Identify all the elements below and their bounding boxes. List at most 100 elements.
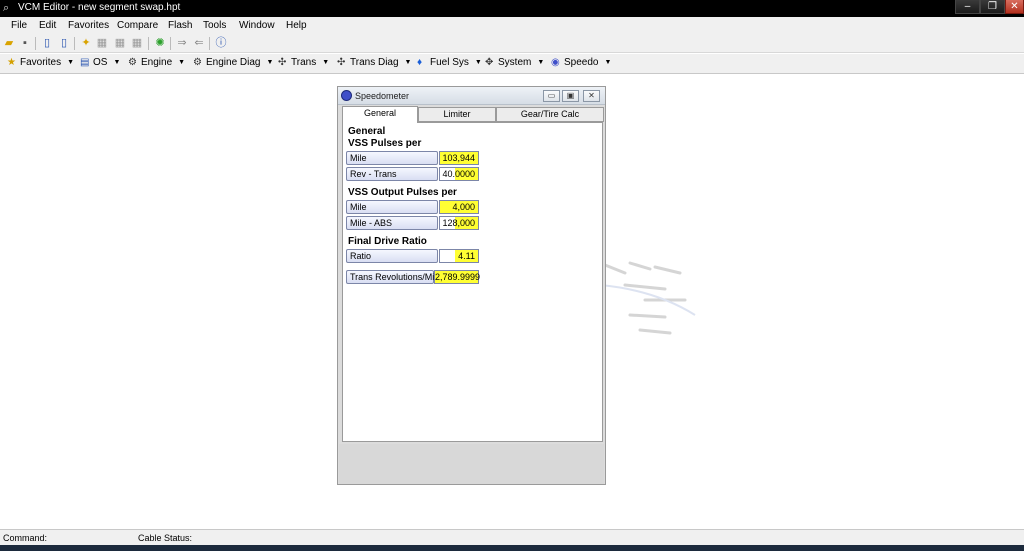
engine-diag-icon: ⚙ <box>193 57 202 68</box>
maximize-button[interactable]: ❐ <box>980 0 1005 14</box>
module-label: Trans <box>291 57 317 68</box>
taskbar <box>0 545 1024 551</box>
speedometer-title: Speedometer <box>355 91 410 101</box>
output-mile-abs-label: Mile - ABS <box>346 216 438 230</box>
chevron-down-icon[interactable]: ▼ <box>405 59 412 66</box>
ratio-label: Ratio <box>346 249 438 263</box>
save-icon[interactable]: ▪ <box>19 37 31 49</box>
open-icon[interactable]: ▰ <box>3 37 15 49</box>
document-icon[interactable]: ▯ <box>41 37 53 49</box>
menu-favorites[interactable]: Favorites <box>68 20 109 31</box>
module-label: Favorites <box>20 57 62 68</box>
pulses-rev-trans-field[interactable]: 40.0000 <box>439 167 479 181</box>
command-status: Command: <box>3 533 48 543</box>
info-icon[interactable]: ⓘ <box>215 37 227 49</box>
chevron-down-icon[interactable]: ▼ <box>475 59 482 66</box>
child-maximize-button[interactable]: ▣ <box>562 90 579 102</box>
child-minimize-button[interactable]: ▭ <box>543 90 560 102</box>
menu-bar: File Edit Favorites Compare Flash Tools … <box>0 17 1024 34</box>
module-trans[interactable]: ✣ Trans ▼ <box>278 57 329 71</box>
chevron-down-icon[interactable]: ▼ <box>178 59 185 66</box>
speedo-icon: ◉ <box>551 57 560 68</box>
cable-status: Cable Status: <box>138 533 193 543</box>
speedometer-title-bar[interactable]: Speedometer ▭ ▣ ✕ <box>338 87 605 105</box>
module-engine-diag[interactable]: ⚙ Engine Diag ▼ <box>193 57 273 71</box>
table-icon[interactable]: ▦ <box>96 37 108 49</box>
speedometer-tabs: General Limiter Gear/Tire Calc <box>342 106 604 123</box>
child-close-button[interactable]: ✕ <box>583 90 600 102</box>
menu-flash[interactable]: Flash <box>168 20 192 31</box>
menu-edit[interactable]: Edit <box>39 20 56 31</box>
chevron-down-icon[interactable]: ▼ <box>604 59 611 66</box>
spark-icon[interactable]: ✺ <box>154 37 166 49</box>
chevron-down-icon[interactable]: ▼ <box>322 59 329 66</box>
section-vss-pulses: VSS Pulses per <box>348 138 422 149</box>
toolbar-separator <box>148 37 149 50</box>
chevron-down-icon[interactable]: ▼ <box>266 59 273 66</box>
module-label: Engine Diag <box>206 57 261 68</box>
toolbar-separator <box>74 37 75 50</box>
toolbar-separator <box>35 37 36 50</box>
table-icon[interactable]: ▦ <box>131 37 143 49</box>
speedo-icon <box>341 90 352 101</box>
tab-gear-tire-calc[interactable]: Gear/Tire Calc <box>496 107 604 122</box>
module-system[interactable]: ✥ System ▼ <box>485 57 544 71</box>
module-label: System <box>498 57 532 68</box>
close-button[interactable]: ✕ <box>1005 0 1024 14</box>
trans-rev-mile-label: Trans Revolutions/Mile <box>346 270 441 284</box>
star-icon: ★ <box>7 57 16 68</box>
chevron-down-icon[interactable]: ▼ <box>113 59 120 66</box>
output-mile-abs-field[interactable]: 128,000 <box>439 216 479 230</box>
table-icon[interactable]: ▦ <box>114 37 126 49</box>
chevron-down-icon[interactable]: ▼ <box>67 59 74 66</box>
ratio-field[interactable]: 4.11 <box>439 249 479 263</box>
toolbar-separator <box>170 37 171 50</box>
status-bar: Command: Cable Status: <box>0 529 1024 545</box>
module-label: Fuel Sys <box>430 57 469 68</box>
menu-window[interactable]: Window <box>239 20 275 31</box>
module-label: Engine <box>141 57 173 68</box>
output-mile-field[interactable]: 4,000 <box>439 200 479 214</box>
folder-star-icon[interactable]: ✦ <box>80 37 92 49</box>
minimize-button[interactable]: – <box>955 0 980 14</box>
pulses-mile-field[interactable]: 103,944 <box>439 151 479 165</box>
module-label: OS <box>93 57 108 68</box>
engine-icon: ⚙ <box>128 57 137 68</box>
speedometer-window: Speedometer ▭ ▣ ✕ General Limiter Gear/T… <box>337 86 606 485</box>
trans-rev-mile-field: 2,789.9999 <box>434 270 481 284</box>
tab-general[interactable]: General <box>342 106 418 123</box>
document-info-icon[interactable]: ▯ <box>58 37 70 49</box>
system-icon: ✥ <box>485 57 494 68</box>
module-fuel-sys[interactable]: ♦ Fuel Sys ▼ <box>417 57 482 71</box>
section-vss-output: VSS Output Pulses per <box>348 187 457 198</box>
chevron-down-icon[interactable]: ▼ <box>537 59 544 66</box>
module-label: Speedo <box>564 57 599 68</box>
tab-limiter[interactable]: Limiter <box>418 107 496 122</box>
window-title: VCM Editor - new segment swap.hpt <box>18 2 181 13</box>
menu-compare[interactable]: Compare <box>117 20 158 31</box>
section-final-drive: Final Drive Ratio <box>348 236 427 247</box>
general-panel: General VSS Pulses per Mile 103,944 Rev … <box>342 122 603 442</box>
write-vehicle-icon[interactable]: ⇐ <box>193 37 205 49</box>
menu-tools[interactable]: Tools <box>203 20 226 31</box>
pulses-rev-trans-label: Rev - Trans <box>346 167 438 181</box>
app-search-icon: ⌕ <box>3 2 10 14</box>
menu-file[interactable]: File <box>11 20 27 31</box>
module-toolbar: ★ Favorites ▼ ▤ OS ▼ ⚙ Engine ▼ ⚙ Engine Diag ▼ … <box>0 54 1024 74</box>
menu-help[interactable]: Help <box>286 20 307 31</box>
fuel-drop-icon: ♦ <box>417 57 423 68</box>
module-favorites[interactable]: ★ Favorites ▼ <box>7 57 74 71</box>
section-general: General <box>348 126 386 137</box>
module-os[interactable]: ▤ OS ▼ <box>80 57 120 71</box>
icon-toolbar: ▰ ▪ ▯ ▯ ✦ ▦ ▦ ▦ ✺ ⇒ ⇐ ⓘ <box>0 34 1024 53</box>
module-speedo[interactable]: ◉ Speedo ▼ <box>551 57 611 71</box>
title-bar: ⌕ VCM Editor - new segment swap.hpt – ❐ … <box>0 0 1024 17</box>
module-engine[interactable]: ⚙ Engine ▼ <box>128 57 185 71</box>
module-trans-diag[interactable]: ✣ Trans Diag ▼ <box>337 57 411 71</box>
os-icon: ▤ <box>80 57 90 68</box>
speedometer-watermark-icon <box>599 261 696 335</box>
pulses-mile-label: Mile <box>346 151 438 165</box>
trans-icon: ✣ <box>278 57 287 68</box>
module-label: Trans Diag <box>350 57 399 68</box>
read-vehicle-icon[interactable]: ⇒ <box>176 37 188 49</box>
